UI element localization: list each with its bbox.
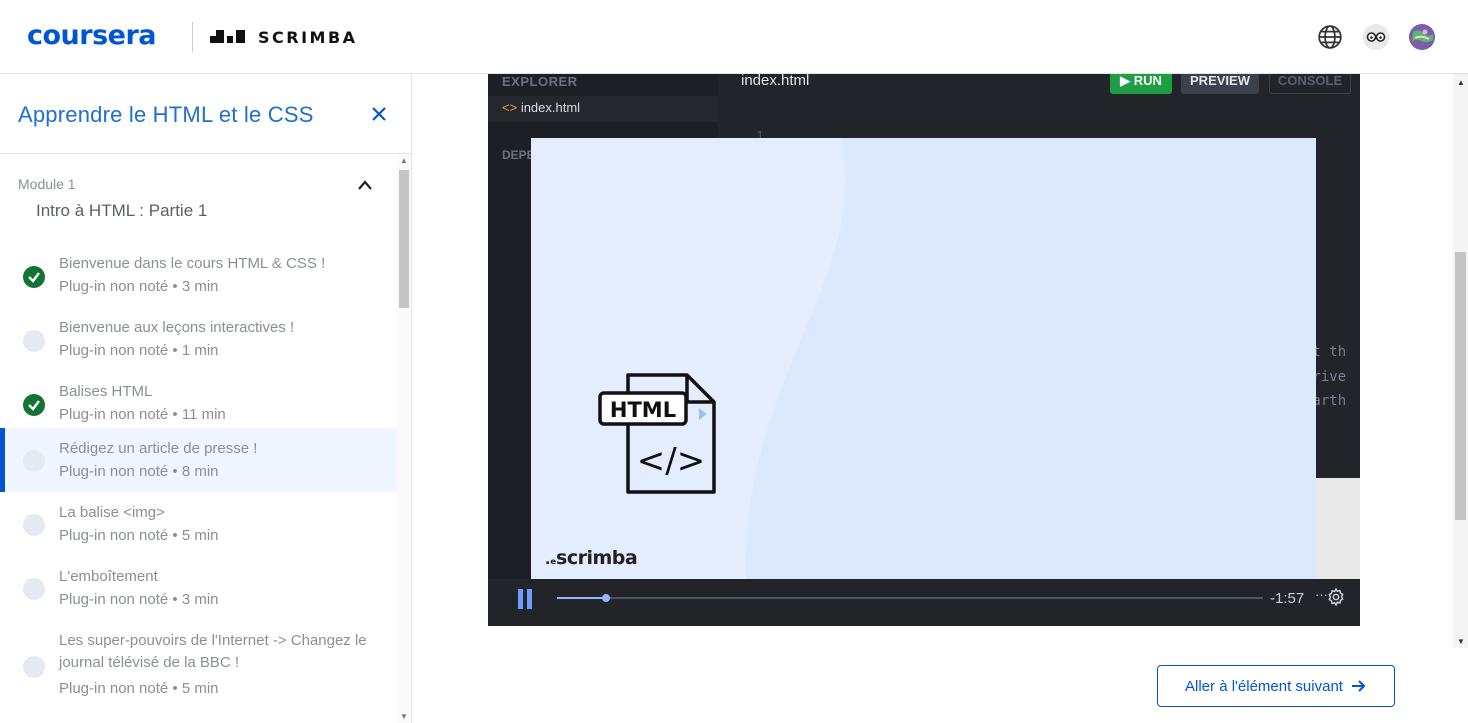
gear-icon[interactable] (1326, 587, 1346, 607)
lesson-item[interactable]: Balises HTML Plug-in non noté • 11 min (0, 364, 397, 428)
incomplete-circle-icon (23, 578, 45, 600)
lesson-title: Bienvenue aux leçons interactives ! (59, 319, 295, 336)
lesson-meta: Plug-in non noté • 1 min (59, 342, 219, 359)
player-controls: -1:57 ··· (488, 579, 1360, 626)
arrow-right-icon (1351, 680, 1366, 692)
editor-tab: index.html (741, 74, 810, 89)
slide-background (531, 138, 846, 579)
run-label: RUN (1133, 74, 1162, 88)
console-button: CONSOLE (1269, 74, 1351, 94)
video-slide: HTML </> .ₑscrimba (531, 138, 1316, 579)
time-remaining: -1:57 (1270, 590, 1305, 607)
explorer-file-item: <> index.html (488, 96, 718, 122)
incomplete-circle-icon (23, 656, 45, 678)
slide-scrimba-logo: .ₑscrimba (545, 547, 638, 569)
lesson-title: Les super-pouvoirs de l'Internet -> Chan… (59, 632, 367, 671)
course-sidebar: Apprendre le HTML et le CSS Module 1 Int… (0, 74, 412, 723)
lesson-title: Bienvenue dans le cours HTML & CSS ! (59, 255, 326, 272)
glasses-avatar-icon[interactable] (1363, 24, 1389, 50)
lesson-list: Bienvenue dans le cours HTML & CSS ! Plu… (0, 236, 397, 706)
lesson-title: Balises HTML (59, 383, 153, 400)
logo-divider (192, 22, 193, 52)
next-item-label: Aller à l'élément suivant (1185, 677, 1343, 695)
next-item-button[interactable]: Aller à l'élément suivant (1157, 665, 1395, 707)
explorer-header: EXPLORER (502, 74, 578, 89)
lesson-meta: Plug-in non noté • 5 min (59, 680, 219, 697)
code-file-icon: <> (502, 100, 518, 115)
dependencies-header: DEPE (502, 148, 535, 162)
sidebar-scrollbar[interactable]: ▲ ▼ (397, 154, 411, 723)
module-name[interactable]: Intro à HTML : Partie 1 (36, 201, 207, 221)
lesson-meta: Plug-in non noté • 11 min (59, 406, 226, 423)
scrimba-wordmark: SCRIMBA (258, 28, 358, 47)
globe-icon[interactable] (1317, 24, 1343, 50)
incomplete-circle-icon (23, 330, 45, 352)
scrimba-logo[interactable]: SCRIMBA (210, 28, 358, 47)
preview-pane (1316, 478, 1360, 586)
chevron-up-icon[interactable] (356, 178, 374, 192)
explorer-file-name: index.html (520, 100, 581, 115)
run-button: ▶ RUN (1110, 74, 1172, 94)
completed-check-icon (23, 266, 45, 288)
scrimba-mark-icon (210, 29, 248, 46)
lesson-item[interactable]: La balise <img> Plug-in non noté • 5 min (0, 492, 397, 556)
lesson-item[interactable]: Bienvenue dans le cours HTML & CSS ! Plu… (0, 236, 397, 300)
progress-fill (557, 597, 607, 599)
html-file-icon: HTML </> (598, 373, 716, 494)
lesson-item[interactable]: Bienvenue aux leçons interactives ! Plug… (0, 300, 397, 364)
lesson-meta: Plug-in non noté • 3 min (59, 278, 219, 295)
scroll-up-arrow-icon[interactable]: ▲ (1457, 78, 1465, 87)
sidebar-divider (0, 153, 411, 154)
lesson-item[interactable]: Les super-pouvoirs de l'Internet -> Chan… (0, 620, 397, 706)
user-avatar-icon[interactable] (1409, 24, 1435, 50)
close-icon[interactable] (369, 104, 389, 124)
scroll-down-arrow-icon[interactable]: ▼ (400, 712, 408, 721)
scrimba-mark-icon: .ₑ (545, 552, 557, 568)
scroll-down-arrow-icon[interactable]: ▼ (1457, 637, 1465, 646)
progress-handle[interactable] (602, 594, 611, 602)
lesson-item[interactable]: L'emboîtement Plug-in non noté • 3 min (0, 556, 397, 620)
lesson-title: L'emboîtement (59, 568, 158, 585)
lesson-item-active[interactable]: Rédigez un article de presse ! Plug-in n… (0, 428, 397, 492)
slide-brand-text: scrimba (556, 547, 638, 569)
top-header: coursera SCRIMBA (0, 0, 1468, 74)
lesson-meta: Plug-in non noté • 8 min (59, 463, 219, 480)
html-badge-text: HTML (610, 398, 676, 422)
code-brackets-text: </> (637, 441, 705, 481)
incomplete-circle-icon (23, 514, 45, 536)
page-scrollbar[interactable]: ▲ ▼ (1453, 74, 1468, 648)
course-title[interactable]: Apprendre le HTML et le CSS (18, 102, 314, 128)
lesson-title: La balise <img> (59, 504, 165, 521)
incomplete-circle-icon (23, 450, 45, 472)
module-label: Module 1 (18, 176, 76, 192)
coursera-logo[interactable]: coursera (27, 20, 157, 51)
completed-check-icon (23, 394, 45, 416)
pause-icon[interactable] (516, 589, 536, 609)
sidebar-scroll-thumb[interactable] (399, 170, 409, 308)
lesson-meta: Plug-in non noté • 5 min (59, 527, 219, 544)
lesson-meta: Plug-in non noté • 3 min (59, 591, 219, 608)
lesson-title: Rédigez un article de presse ! (59, 440, 258, 457)
page-scroll-thumb[interactable] (1455, 252, 1466, 520)
scroll-up-arrow-icon[interactable]: ▲ (400, 156, 408, 165)
preview-button: PREVIEW (1181, 74, 1259, 94)
progress-track[interactable] (557, 594, 1263, 602)
